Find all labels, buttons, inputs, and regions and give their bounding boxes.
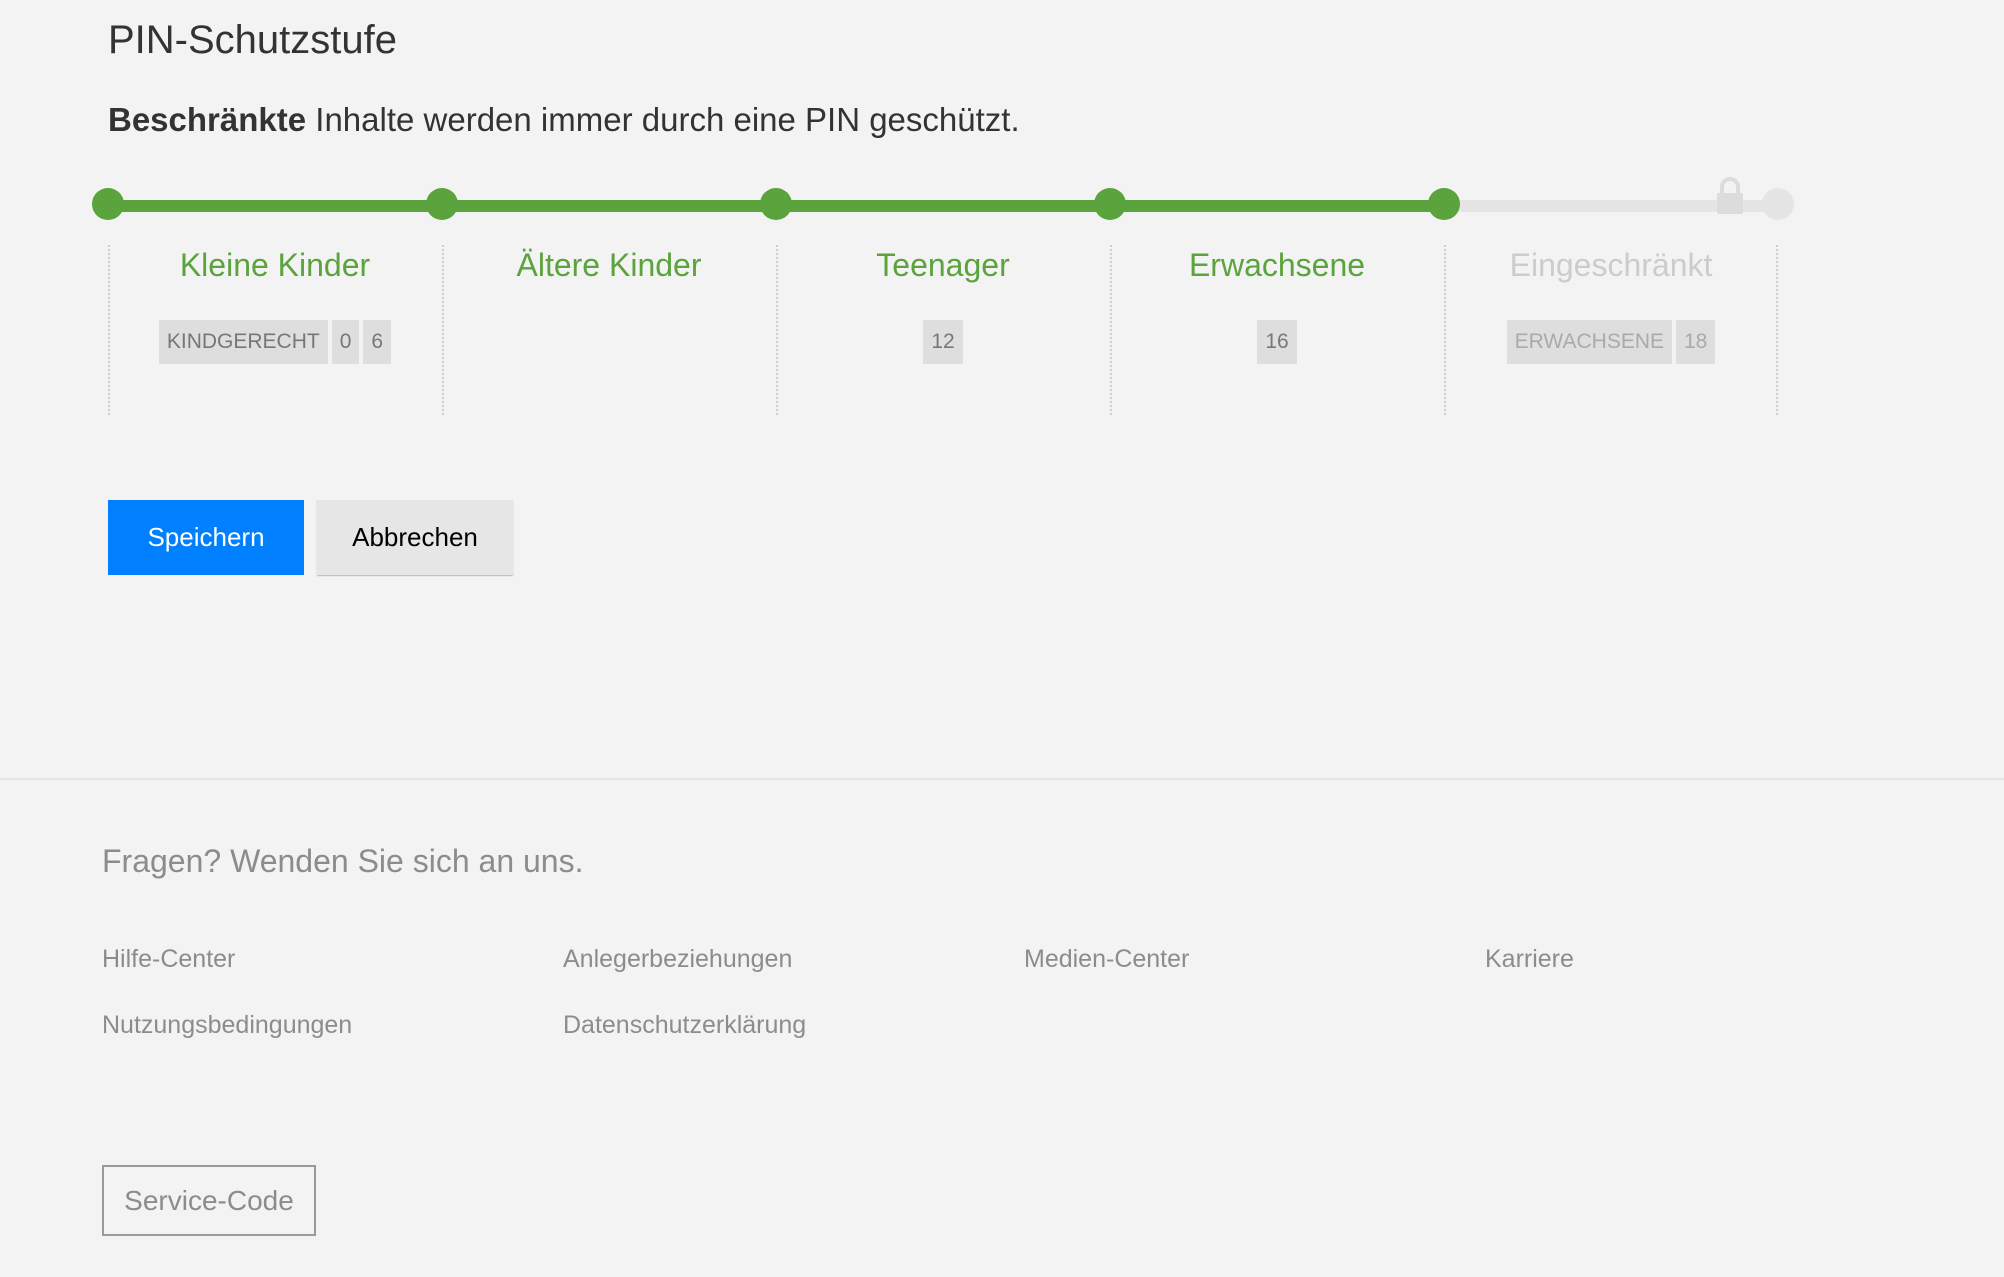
cancel-button[interactable]: Abbrechen (317, 500, 513, 575)
footer-link-karriere[interactable]: Karriere (1485, 945, 1574, 974)
rating-badges: KINDGERECHT 0 6 (108, 320, 442, 364)
rating-badge: KINDGERECHT (158, 320, 328, 364)
footer-link-nutzungsbedingungen[interactable]: Nutzungsbedingungen (102, 1011, 352, 1040)
footer-link-datenschutzerklaerung[interactable]: Datenschutzerklärung (563, 1011, 806, 1040)
page-title: PIN-Schutzstufe (108, 18, 398, 62)
level-erwachsene[interactable]: Erwachsene 16 (1110, 245, 1444, 415)
slider-stop-kleine-kinder[interactable] (92, 188, 124, 220)
level-label: Ältere Kinder (516, 247, 702, 283)
footer-link-hilfe-center[interactable]: Hilfe-Center (102, 945, 235, 974)
save-button[interactable]: Speichern (108, 500, 304, 575)
slider-stop-erwachsene[interactable] (1094, 188, 1126, 220)
rating-levels: Kleine Kinder KINDGERECHT 0 6 Ältere Kin… (108, 245, 1778, 415)
rating-badges: ERWACHSENE 18 (1444, 320, 1778, 364)
description-bold: Beschränkte (108, 101, 307, 138)
service-code-button[interactable]: Service-Code (102, 1165, 316, 1236)
level-label: Erwachsene (1188, 247, 1366, 283)
rating-slider[interactable] (92, 177, 1794, 221)
rating-badge: 16 (1257, 320, 1297, 364)
rating-badge: 12 (923, 320, 963, 364)
level-label: Eingeschränkt (1509, 247, 1713, 283)
footer-divider (0, 778, 2004, 780)
slider-handle[interactable] (1428, 188, 1460, 220)
level-eingeschraenkt[interactable]: Eingeschränkt ERWACHSENE 18 (1444, 245, 1778, 415)
rating-badge: ERWACHSENE (1506, 320, 1672, 364)
rating-badge: 0 (331, 320, 360, 364)
footer-heading: Fragen? Wenden Sie sich an uns. (102, 843, 584, 879)
lock-icon (1717, 177, 1743, 214)
page: PIN-Schutzstufe Beschränkte Inhalte werd… (0, 0, 2004, 1277)
level-label: Kleine Kinder (179, 247, 371, 283)
level-kleine-kinder[interactable]: Kleine Kinder KINDGERECHT 0 6 (108, 245, 442, 415)
level-teenager[interactable]: Teenager 12 (776, 245, 1110, 415)
footer-link-anlegerbeziehungen[interactable]: Anlegerbeziehungen (563, 945, 792, 974)
footer-link-medien-center[interactable]: Medien-Center (1024, 945, 1189, 974)
slider-stop-end[interactable] (1762, 188, 1794, 220)
description-text: Inhalte werden immer durch eine PIN gesc… (306, 101, 1020, 138)
protection-description: Beschränkte Inhalte werden immer durch e… (108, 101, 1020, 139)
rating-badge: 6 (363, 320, 392, 364)
rating-badges: 12 (776, 320, 1110, 364)
level-aeltere-kinder[interactable]: Ältere Kinder (442, 245, 776, 415)
slider-stop-teenager[interactable] (760, 188, 792, 220)
level-label: Teenager (876, 247, 1010, 283)
slider-stop-aeltere-kinder[interactable] (426, 188, 458, 220)
rating-badges: 16 (1110, 320, 1444, 364)
rating-badge: 18 (1676, 320, 1716, 364)
